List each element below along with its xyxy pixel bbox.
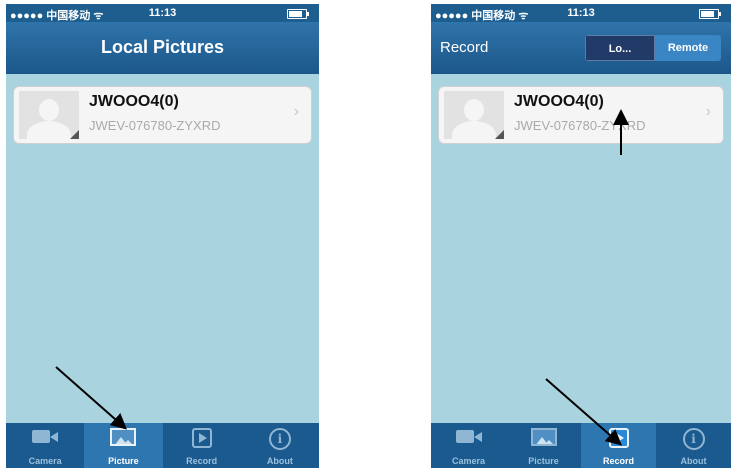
navigation-bar: Record Lo... Remote <box>431 22 731 74</box>
info-icon: i <box>682 428 705 450</box>
page-title: Record <box>440 39 489 56</box>
status-bar: ●●●●● 中国移动 ᯤ 11:13 <box>6 4 319 22</box>
device-avatar <box>444 91 504 139</box>
right-phone-screen: ●●●●● 中国移动 ᯤ 11:13 Record Lo... Remote J… <box>431 4 731 468</box>
tab-bar: Camera Picture Record i About <box>431 423 731 468</box>
battery-icon <box>287 9 309 19</box>
tab-label: Camera <box>451 456 486 466</box>
battery-icon <box>699 9 721 19</box>
device-name: JWOOO4(0) <box>89 93 179 110</box>
left-phone-screen: ●●●●● 中国移动 ᯤ 11:13 Local Pictures JWOOO4… <box>6 4 319 468</box>
tab-about[interactable]: i About <box>241 423 319 468</box>
device-id: JWEV-076780-ZYXRD <box>514 118 646 133</box>
status-bar: ●●●●● 中国移动 ᯤ 11:13 <box>431 4 731 22</box>
local-remote-segmented-control: Lo... Remote <box>585 35 721 61</box>
tab-picture[interactable]: Picture <box>506 423 581 468</box>
segment-local[interactable]: Lo... <box>585 35 655 61</box>
camera-icon <box>32 428 59 444</box>
picture-icon <box>110 428 137 446</box>
tab-camera[interactable]: Camera <box>6 423 84 468</box>
status-time: 11:13 <box>148 7 177 19</box>
tab-record[interactable]: Record <box>581 423 656 468</box>
page-title: Local Pictures <box>100 37 225 57</box>
device-avatar <box>19 91 79 139</box>
chevron-right-icon: › <box>293 103 299 120</box>
tab-label: Camera <box>28 456 62 466</box>
tab-label: About <box>266 456 293 466</box>
segment-remote[interactable]: Remote <box>655 35 721 61</box>
picture-icon <box>530 428 557 446</box>
record-icon <box>191 428 212 448</box>
tab-about[interactable]: i About <box>656 423 731 468</box>
tab-bar: Camera Picture Record i About <box>6 423 319 468</box>
tab-label: Record <box>602 456 634 466</box>
tab-label: About <box>680 456 707 466</box>
record-icon <box>608 428 629 448</box>
device-id: JWEV-076780-ZYXRD <box>89 118 221 133</box>
tab-label: Picture <box>108 456 139 466</box>
tab-label: Record <box>186 456 218 466</box>
camera-icon <box>455 428 482 444</box>
status-time: 11:13 <box>567 7 595 19</box>
device-name: JWOOO4(0) <box>514 93 604 110</box>
device-list-item[interactable]: JWOOO4(0) JWEV-076780-ZYXRD › <box>13 86 312 144</box>
info-icon: i <box>268 428 291 450</box>
tab-record[interactable]: Record <box>163 423 241 468</box>
chevron-right-icon: › <box>705 103 711 120</box>
tab-label: Picture <box>528 456 559 466</box>
navigation-bar: Local Pictures <box>6 22 319 74</box>
tab-camera[interactable]: Camera <box>431 423 506 468</box>
device-list-item[interactable]: JWOOO4(0) JWEV-076780-ZYXRD › <box>438 86 724 144</box>
tab-picture[interactable]: Picture <box>84 423 163 468</box>
